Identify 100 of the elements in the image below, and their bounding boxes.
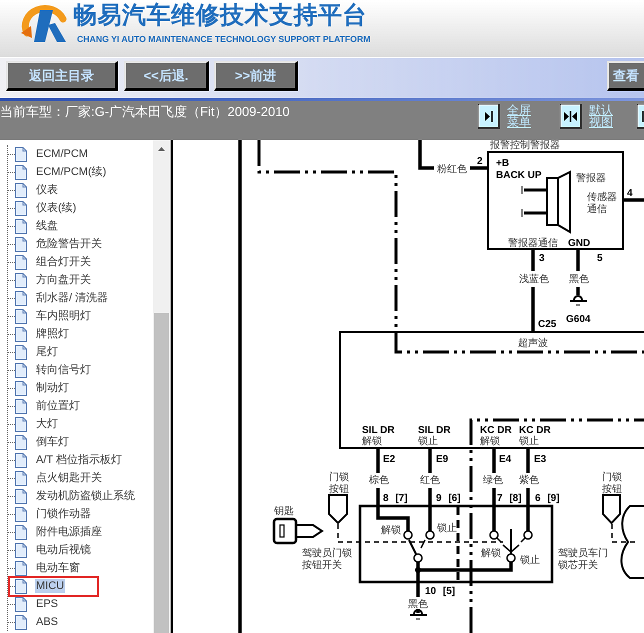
signal-label: 警报器通信 xyxy=(508,238,558,249)
pin-label: E4 xyxy=(499,454,512,465)
tree-item[interactable]: 尾灯 xyxy=(35,345,59,359)
tree-item[interactable]: 电动车窗 xyxy=(35,561,81,575)
document-icon xyxy=(15,200,27,216)
tree-item[interactable]: 门锁作动器 xyxy=(35,507,92,521)
document-icon xyxy=(15,524,27,540)
document-icon xyxy=(15,434,27,450)
document-icon xyxy=(15,596,27,612)
push-button-symbol xyxy=(602,494,621,524)
tree-item[interactable]: 转向信号灯 xyxy=(35,363,92,377)
document-icon xyxy=(15,290,27,306)
tree-item[interactable]: 仪表 xyxy=(35,183,59,197)
document-icon xyxy=(15,362,27,378)
document-icon xyxy=(15,164,27,180)
wire-color-label: 黑色 xyxy=(408,599,428,610)
component-label: 门锁 按钮 xyxy=(329,472,349,495)
switch-symbol xyxy=(403,530,435,563)
component-label: 驾驶员车门 锁芯开关 xyxy=(558,548,608,571)
document-icon xyxy=(15,182,27,198)
document-icon xyxy=(15,344,27,360)
signal-label: 解锁 xyxy=(481,548,501,559)
tree-item[interactable]: ABS xyxy=(35,615,60,629)
wire-color-label: 棕色 xyxy=(369,475,389,486)
document-icon xyxy=(15,470,27,486)
pin-label: 6 [9] xyxy=(535,493,560,504)
key-icon xyxy=(272,518,324,544)
tree-item[interactable]: 制动灯 xyxy=(35,381,70,395)
wire xyxy=(416,609,420,613)
component-label: 报警控制警报器 xyxy=(490,140,560,151)
wire-color-label: 红色 xyxy=(420,475,440,486)
ground-symbol xyxy=(570,295,587,306)
wire-color-label: 浅蓝色 xyxy=(519,274,549,285)
document-icon xyxy=(15,560,27,576)
site-title: 畅易汽车维修技术支持平台 xyxy=(73,2,368,30)
tree-item[interactable]: 线盘 xyxy=(35,219,59,233)
linkage-line xyxy=(611,524,638,543)
tree-item[interactable]: 仪表(续) xyxy=(35,201,78,215)
tree-item[interactable]: 前位置灯 xyxy=(35,399,81,413)
wire-color-label: 粉红色 xyxy=(437,164,467,175)
tree-item[interactable]: 牌照灯 xyxy=(35,327,70,341)
tree-item[interactable]: 车内照明灯 xyxy=(35,309,92,323)
model-value: 厂家:G-广汽本田飞度（Fit）2009-2010 xyxy=(65,104,290,120)
tree-item[interactable]: 发动机防盗锁止系统 xyxy=(35,489,136,503)
tree-item[interactable]: 点火钥匙开关 xyxy=(35,471,103,485)
tree-item[interactable]: EPS xyxy=(35,597,60,611)
tree-item[interactable]: ECM/PCM(续) xyxy=(35,165,108,179)
terminal-label: GND xyxy=(568,238,590,249)
tree-item[interactable]: 危险警告开关 xyxy=(35,237,103,251)
connector-label: C25 xyxy=(538,319,556,330)
signal-label: 锁止 xyxy=(437,523,457,534)
tree-item[interactable]: 方向盘开关 xyxy=(35,273,92,287)
ground-label: G604 xyxy=(566,314,590,325)
pin-label: 10 [5] xyxy=(425,586,456,597)
terminal-label: SIL DR xyxy=(362,425,395,436)
pin-label: 5 xyxy=(597,253,603,264)
component-label: 驾驶员门锁 按钮开关 xyxy=(302,548,352,571)
document-icon xyxy=(15,488,27,504)
pin-label: 8 [7] xyxy=(383,493,408,504)
document-icon xyxy=(15,146,27,162)
junction-dot xyxy=(415,567,421,573)
pin-label: 3 xyxy=(539,253,545,264)
document-icon xyxy=(15,398,27,414)
terminal-label: SIL DR xyxy=(418,425,451,436)
tree-item[interactable]: 倒车灯 xyxy=(35,435,70,449)
ground-symbol xyxy=(410,609,427,620)
signal-label: 锁止 xyxy=(520,555,540,566)
scrollbar-thumb[interactable] xyxy=(154,313,169,633)
pin-label: 9 [6] xyxy=(436,493,461,504)
arrow-bar-icon[interactable] xyxy=(478,104,500,129)
arrows-inward-icon[interactable] xyxy=(560,104,582,129)
toolbar-button[interactable]: <<后退. xyxy=(124,61,209,91)
tree-item[interactable]: 大灯 xyxy=(35,417,59,431)
tree-item[interactable]: 刮水器/ 清洗器 xyxy=(35,291,110,305)
pin-label: E3 xyxy=(534,454,546,465)
pin-label: 2 xyxy=(477,156,483,167)
component-label: 警报器 xyxy=(576,173,606,184)
signal-label: 解锁 xyxy=(381,525,401,536)
pin-label: 4 xyxy=(627,188,633,199)
tree-item[interactable]: 电动后视镜 xyxy=(35,543,92,557)
document-icon xyxy=(15,416,27,432)
terminal-label: KC DR xyxy=(480,425,512,436)
tree-item[interactable]: 附件电源插座 xyxy=(35,525,103,539)
tree-item[interactable]: MICU xyxy=(35,579,66,593)
toolbar-button[interactable]: 查看 xyxy=(607,61,644,91)
toolbar-button[interactable]: >>前进 xyxy=(214,61,298,91)
document-icon xyxy=(15,326,27,342)
tree-item[interactable]: 组合灯开关 xyxy=(35,255,92,269)
document-icon xyxy=(15,236,27,252)
terminal-label: +B BACK UP xyxy=(496,158,542,181)
toolbar-button[interactable]: 返回主目录 xyxy=(6,61,118,91)
signal-label: 锁止 xyxy=(418,436,438,447)
signal-label: 解锁 xyxy=(480,436,500,447)
tree-item[interactable]: ECM/PCM xyxy=(35,147,89,161)
wire-color-label: 黑色 xyxy=(569,274,589,285)
signal-label: 传感器 通信 xyxy=(587,192,617,215)
component-label: 钥匙 xyxy=(274,506,294,517)
terminal-label: KC DR xyxy=(519,425,551,436)
push-button-symbol xyxy=(328,494,348,524)
tree-item[interactable]: A/T 档位指示板灯 xyxy=(35,453,123,467)
